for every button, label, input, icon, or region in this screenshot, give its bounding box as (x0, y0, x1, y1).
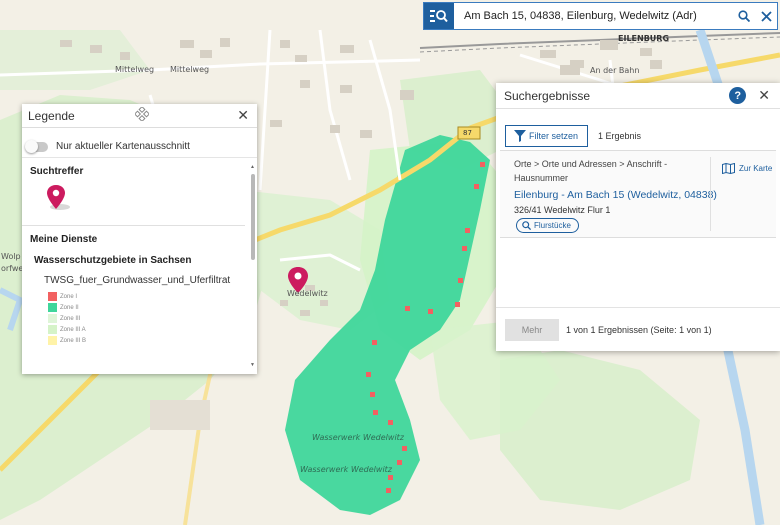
magnifier-icon (522, 221, 531, 230)
legend-header[interactable]: Legende ✕ (22, 104, 257, 128)
legend-scrollbar[interactable]: ▲ ▼ (250, 164, 256, 368)
map-extent-toggle[interactable] (25, 139, 48, 153)
divider (710, 157, 711, 231)
result-subtitle: 326/41 Wedelwitz Flur 1 (514, 205, 611, 215)
zone-swatch (48, 303, 57, 312)
legend-zone-row: Zone III A (22, 323, 257, 334)
legend-title: Legende (28, 108, 75, 123)
zone-label: Zone II (60, 304, 79, 311)
close-icon[interactable]: ✕ (758, 87, 770, 104)
zone-swatch (48, 336, 57, 345)
search-results-panel: Suchergebnisse ? ✕ Filter setzen 1 Ergeb… (496, 83, 780, 351)
map-extent-toggle-row: Nur aktueller Kartenausschnitt (22, 128, 257, 158)
more-button[interactable]: Mehr (505, 318, 559, 341)
zone-label: Zone III A (60, 326, 86, 333)
scroll-thumb[interactable] (251, 174, 255, 260)
filter-label: Filter setzen (529, 131, 579, 141)
map-street-label: Mittelweg (115, 65, 155, 74)
zone-label: Zone III (60, 315, 81, 322)
parcels-label: Flurstücke (534, 221, 571, 230)
zone-swatch (48, 292, 57, 301)
map-place-label: orfwe (1, 264, 24, 273)
legend-layer-name: TWSG_fuer_Grundwasser_und_Uferfiltrat (44, 275, 231, 286)
search-input[interactable] (454, 4, 733, 28)
search-bar (423, 2, 778, 30)
legend-zone-row: Zone III (22, 312, 257, 323)
zoom-to-map-button[interactable]: Zur Karte (722, 163, 772, 174)
map-place-label: Wolp (1, 252, 21, 261)
result-title-link[interactable]: Eilenburg - Am Bach 15 (Wedelwitz, 04838… (514, 189, 717, 201)
zone-label: Zone I (60, 293, 78, 300)
map-station-label: EILENBURG (618, 34, 670, 43)
map-poi-label: Wasserwerk Wedelwitz (300, 465, 393, 474)
result-category: Orte > Orte und Adressen > Anschrift - H… (514, 159, 668, 183)
magnifier-icon[interactable] (733, 4, 755, 28)
results-footer: Mehr 1 von 1 Ergebnissen (Seite: 1 von 1… (496, 307, 780, 351)
legend-body[interactable]: Suchtreffer Meine Dienste Wasserschutzge… (22, 158, 257, 372)
map-label: Zur Karte (739, 164, 773, 173)
drag-handle-icon[interactable] (133, 105, 151, 124)
close-icon[interactable]: ✕ (237, 107, 249, 124)
results-title: Suchergebnisse (504, 88, 591, 103)
zone-swatch (48, 314, 57, 323)
result-count: 1 Ergebnis (598, 131, 642, 141)
map-place-label: Wedelwitz (287, 289, 328, 298)
filter-row: Filter setzen 1 Ergebnis (496, 109, 780, 153)
pagination-info: 1 von 1 Ergebnissen (Seite: 1 von 1) (566, 324, 712, 335)
legend-group-title: Wasserschutzgebiete in Sachsen (34, 255, 192, 266)
results-header[interactable]: Suchergebnisse ? ✕ (496, 83, 780, 109)
parcels-button[interactable]: Flurstücke (516, 218, 579, 233)
close-icon[interactable] (755, 4, 777, 28)
result-item[interactable]: Orte > Orte und Adressen > Anschrift - H… (500, 150, 776, 238)
map-street-label: Mittelweg (170, 65, 210, 74)
zone-label: Zone III B (60, 337, 87, 344)
map-poi-label: Wasserwerk Wedelwitz (312, 433, 405, 442)
legend-zone-row: Zone III B (22, 334, 257, 345)
marker-icon (22, 177, 257, 217)
search-list-icon[interactable] (424, 3, 454, 29)
zone-swatch (48, 325, 57, 334)
filter-button[interactable]: Filter setzen (505, 125, 588, 147)
legend-zone-row: Zone II (22, 301, 257, 312)
map-street-label: An der Bahn (590, 66, 640, 75)
zone-list: Zone I Zone II Zone III Zone III A Zone … (22, 286, 257, 345)
map-icon (722, 163, 735, 174)
legend-section-services: Meine Dienste (30, 234, 98, 245)
toggle-label: Nur aktueller Kartenausschnitt (56, 141, 190, 152)
legend-zone-row: Zone I (22, 290, 257, 301)
route-87-label: 87 (463, 129, 472, 137)
legend-panel: Legende ✕ Nur aktueller Kartenausschnitt… (22, 104, 257, 374)
legend-section-hits: Suchtreffer (30, 166, 84, 177)
help-button[interactable]: ? (729, 87, 747, 104)
funnel-icon (514, 130, 526, 142)
